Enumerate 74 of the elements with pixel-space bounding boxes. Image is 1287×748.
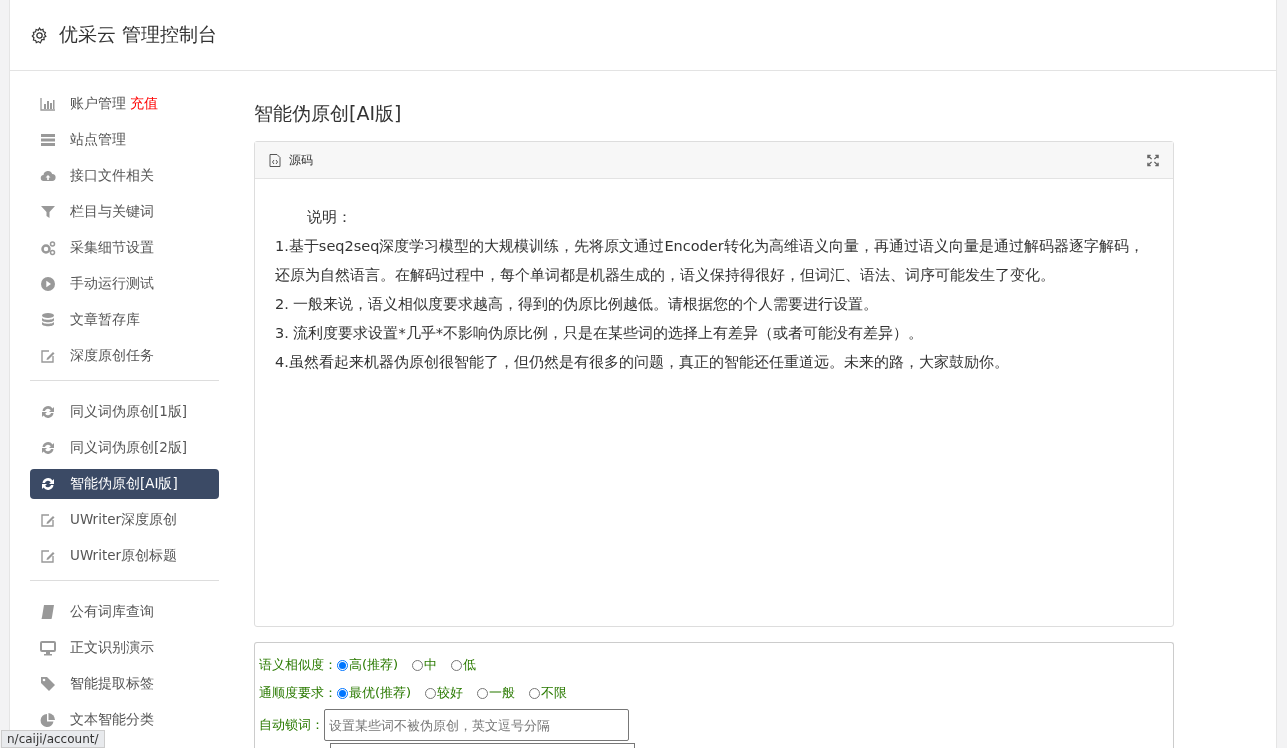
sidebar-item[interactable]: 文章暂存库	[30, 305, 219, 335]
sidebar-item[interactable]: 接口文件相关	[30, 161, 219, 191]
bar-chart-icon	[40, 96, 56, 112]
cloud-upload-icon	[40, 168, 56, 184]
sidebar-item-label: UWriter原创标题	[70, 547, 178, 565]
sidebar-item-label: 文本智能分类	[70, 711, 154, 729]
description-paragraph: 1.基于seq2seq深度学习模型的大规模训练，先将原文通过Encoder转化为高维语义向量，再通过语义向量是通过解码器逐字解码，还原为自然语言。在解码过程中，每个单词都是机器生成的，语义保持得很好，但词汇、语法、词序可能发生了变化。	[275, 237, 1145, 285]
sidebar-item[interactable]: 深度原创任务	[30, 341, 219, 371]
sidebar-item[interactable]: 公有词库查询	[30, 597, 219, 627]
radio-option[interactable]: 低	[451, 656, 477, 674]
database-icon	[40, 312, 56, 328]
gears-icon	[40, 240, 56, 256]
sidebar-item[interactable]: UWriter深度原创	[30, 505, 219, 535]
sidebar-item[interactable]: 站点管理	[30, 125, 219, 155]
server-icon	[40, 132, 56, 148]
description-paragraph: 4.虽然看起来机器伪原创很智能了，但仍然是有很多的问题，真正的智能还任重道远。未来的路，大家鼓励你。	[275, 353, 1010, 372]
refresh-icon	[40, 404, 56, 420]
settings-icon	[31, 26, 48, 44]
app-title: 优采云 管理控制台	[59, 22, 218, 47]
option-label: 自动锁词：	[259, 716, 324, 734]
option-label: 语义相似度：	[259, 656, 337, 674]
radio-option[interactable]: 最优(推荐)	[337, 684, 412, 702]
edit-icon	[40, 348, 56, 364]
sidebar-item[interactable]: 栏目与关键词	[30, 197, 219, 227]
file-code-icon	[269, 153, 281, 167]
play-icon	[40, 276, 56, 292]
sidebar-item[interactable]: 手动运行测试	[30, 269, 219, 299]
edit-icon	[40, 512, 56, 528]
description-heading: 说明：	[306, 208, 353, 227]
radio-option[interactable]: 中	[412, 656, 438, 674]
sidebar-item-label: 手动运行测试	[70, 275, 154, 293]
source-tab[interactable]: 源码	[289, 151, 313, 169]
radio-option[interactable]: 较好	[425, 684, 464, 702]
sidebar-item[interactable]: UWriter原创标题	[30, 541, 219, 571]
sidebar-item[interactable]: 采集细节设置	[30, 233, 219, 263]
sidebar-item-label: 文章暂存库	[70, 311, 140, 329]
sidebar-item[interactable]: 智能伪原创[AI版]	[30, 469, 219, 499]
pie-chart-icon	[40, 712, 56, 728]
sidebar-item-label: 栏目与关键词	[70, 203, 154, 221]
page-title: 智能伪原创[AI版]	[254, 101, 403, 126]
sidebar-item[interactable]: 正文识别演示	[30, 633, 219, 663]
tag-icon	[40, 676, 56, 692]
sidebar-item-label: 公有词库查询	[70, 603, 154, 621]
book-icon	[40, 604, 56, 620]
edit-icon	[40, 548, 56, 564]
description-paragraph: 3. 流利度要求设置*几乎*不影响伪原比例，只是在某些词的选择上有差异（或者可能没有差异）。	[275, 324, 924, 343]
sidebar-item[interactable]: 同义词伪原创[1版]	[30, 397, 219, 427]
option-label: 通顺度要求：	[259, 684, 337, 702]
radio-option[interactable]: 不限	[529, 684, 568, 702]
sidebar-item-label: 采集细节设置	[70, 239, 154, 257]
status-url: n/caiji/account/	[1, 730, 105, 748]
expand-icon[interactable]	[1147, 153, 1159, 167]
monitor-icon	[40, 640, 56, 656]
radio-option[interactable]: 高(推荐)	[337, 656, 399, 674]
sidebar-item-label: 账户管理	[70, 95, 126, 113]
sidebar-item[interactable]: 同义词伪原创[2版]	[30, 433, 219, 463]
sidebar-item-label: 同义词伪原创[1版]	[70, 403, 188, 421]
sidebar-item-label: 深度原创任务	[70, 347, 154, 365]
sidebar-item-label: 正文识别演示	[70, 639, 154, 657]
lock-words-field[interactable]: 设置某些词不被伪原创，英文逗号分隔	[324, 709, 629, 741]
refresh-icon	[40, 476, 56, 492]
sidebar-item-label: 智能伪原创[AI版]	[70, 475, 178, 493]
refresh-icon	[40, 440, 56, 456]
description-paragraph: 2. 一般来说，语义相似度要求越高，得到的伪原比例越低。请根据您的个人需要进行设置。	[275, 295, 880, 314]
sidebar-item[interactable]: 账户管理 充值	[30, 89, 219, 119]
sidebar-item[interactable]: 智能提取标签	[30, 669, 219, 699]
sidebar-item-label: 站点管理	[70, 131, 126, 149]
recharge-link[interactable]: 充值	[130, 95, 158, 113]
filter-icon	[40, 204, 56, 220]
sidebar-item-label: 接口文件相关	[70, 167, 154, 185]
sidebar-item-label: UWriter深度原创	[70, 511, 178, 529]
sidebar-item-label: 智能提取标签	[70, 675, 154, 693]
radio-option[interactable]: 一般	[477, 684, 516, 702]
sidebar-item-label: 同义词伪原创[2版]	[70, 439, 188, 457]
